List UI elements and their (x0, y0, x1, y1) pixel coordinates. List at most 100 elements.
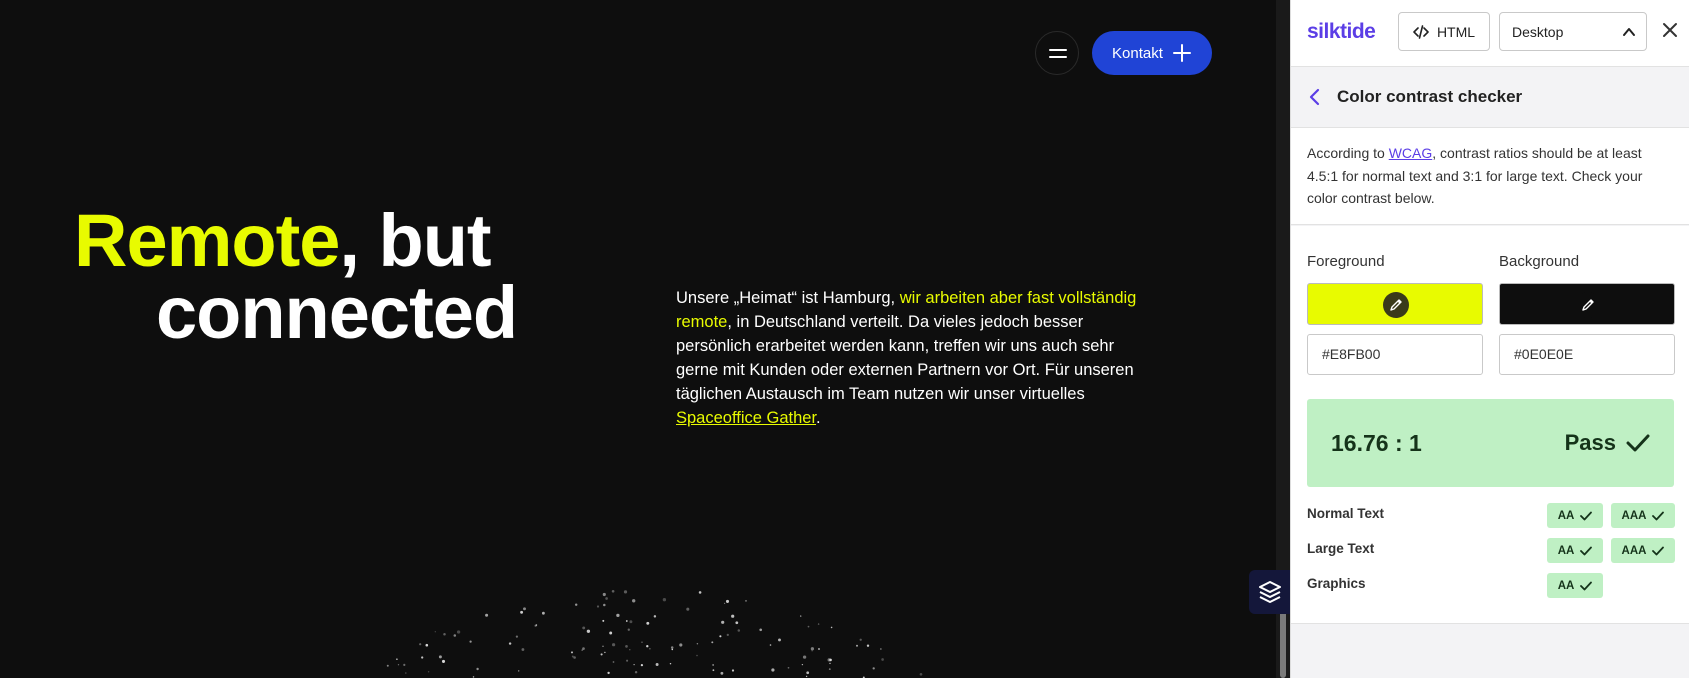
contact-button[interactable]: Kontakt (1092, 31, 1212, 75)
globe-dot (880, 648, 882, 650)
contrast-ratio: 16.76 : 1 (1331, 430, 1422, 456)
globe-dot (485, 613, 489, 617)
globe-dot (472, 676, 475, 678)
globe-dot (469, 640, 472, 643)
device-select[interactable]: Desktop (1499, 12, 1647, 51)
globe-dot (625, 645, 628, 648)
globe-dot (627, 628, 630, 631)
hero-headline: Remote, but connected (74, 204, 518, 354)
globe-dot (419, 643, 422, 646)
check-icon (1580, 581, 1593, 590)
globe-dot (518, 670, 520, 672)
globe-dot (581, 649, 584, 651)
globe-dot (769, 644, 772, 646)
globe-dot (811, 650, 813, 652)
gather-link[interactable]: Spaceoffice Gather (676, 409, 816, 427)
globe-dot (731, 669, 735, 672)
paragraph-part3: . (816, 409, 821, 427)
hamburger-icon-line (1049, 49, 1067, 51)
globe-dot (605, 597, 608, 600)
globe-dot (806, 671, 810, 675)
menu-button[interactable] (1035, 31, 1079, 75)
globe-dot (534, 624, 537, 627)
eyedropper-icon[interactable] (1383, 292, 1409, 318)
globe-dot (712, 669, 715, 672)
globe-dot (649, 647, 651, 650)
globe-dot (919, 672, 923, 676)
globe-dot (434, 631, 436, 633)
globe-dot (801, 663, 804, 666)
globe-dot (396, 658, 398, 661)
globe-dot (397, 664, 400, 666)
foreground-hex-input[interactable]: #E8FB00 (1307, 334, 1483, 375)
globe-dot (745, 600, 747, 602)
globe-dot (771, 668, 775, 672)
globe-dot (719, 635, 722, 638)
silktide-panel: silktide HTML Desktop Color contrast che… (1290, 0, 1689, 678)
html-button-label: HTML (1436, 23, 1476, 40)
globe-dot (403, 663, 406, 667)
eyedropper-icon[interactable] (1575, 292, 1601, 318)
globe-dot (629, 620, 633, 624)
globe-dot (443, 633, 446, 636)
globe-dot (723, 602, 726, 605)
background-swatch[interactable] (1499, 283, 1675, 325)
globe-dot (817, 623, 820, 625)
plus-icon (1173, 44, 1191, 62)
globe-dot (810, 647, 815, 651)
headline-line2: connected (156, 271, 518, 354)
globe-dot (633, 663, 635, 666)
intro-before-link: According to (1307, 145, 1389, 161)
globe-dot (515, 635, 519, 638)
foreground-swatch[interactable] (1307, 283, 1483, 325)
globe-dot (600, 653, 603, 656)
check-icon (1652, 511, 1665, 520)
globe-dot (456, 630, 461, 634)
chevron-left-icon[interactable] (1305, 87, 1325, 107)
silktide-toggle-tab[interactable] (1249, 570, 1291, 614)
globe-dot (807, 625, 810, 628)
globe-dot (582, 626, 586, 630)
intro-paragraph: Unsere „Heimat“ ist Hamburg, wir arbeite… (676, 286, 1146, 430)
badge-label: AA (1557, 579, 1575, 592)
badge-aa: AA (1547, 573, 1603, 598)
pass-status: Pass (1565, 430, 1650, 456)
tool-header: Color contrast checker (1291, 67, 1689, 128)
globe-dot (859, 638, 862, 641)
globe-dot (609, 631, 613, 635)
hamburger-icon-line (1049, 56, 1067, 58)
globe-dot (881, 658, 884, 661)
globe-dot (386, 664, 389, 667)
row-large-text: Large Text (1307, 541, 1375, 556)
globe-dot (686, 607, 690, 611)
globe-dot (828, 668, 831, 670)
check-icon (1580, 511, 1593, 520)
globe-dot (725, 599, 730, 603)
row-graphics: Graphics (1307, 576, 1366, 591)
badge-aa: AA (1547, 538, 1603, 563)
globe-dot (800, 615, 802, 617)
globe-dot (571, 651, 573, 654)
globe-dot (523, 607, 526, 611)
globe-dot (653, 615, 657, 618)
check-icon (1626, 434, 1650, 452)
globe-dot (629, 649, 631, 651)
globe-dot (612, 661, 615, 663)
contact-button-label: Kontakt (1112, 44, 1163, 62)
badge-label: AA (1557, 544, 1575, 557)
headline-rest: , but (339, 199, 491, 282)
chevron-up-icon (1623, 28, 1635, 36)
code-icon (1413, 24, 1429, 39)
globe-dot (872, 667, 875, 670)
globe-dot (476, 667, 479, 671)
background-hex-input[interactable]: #0E0E0E (1499, 334, 1675, 375)
intro-text: According to WCAG, contrast ratios shoul… (1291, 128, 1689, 225)
background-label: Background (1499, 253, 1580, 270)
globe-dot (696, 642, 699, 645)
globe-dot (711, 641, 714, 644)
globe-dot (626, 659, 629, 662)
globe-dot (603, 603, 606, 607)
close-icon[interactable] (1660, 20, 1680, 40)
html-button[interactable]: HTML (1398, 12, 1490, 51)
wcag-link[interactable]: WCAG (1389, 145, 1433, 161)
